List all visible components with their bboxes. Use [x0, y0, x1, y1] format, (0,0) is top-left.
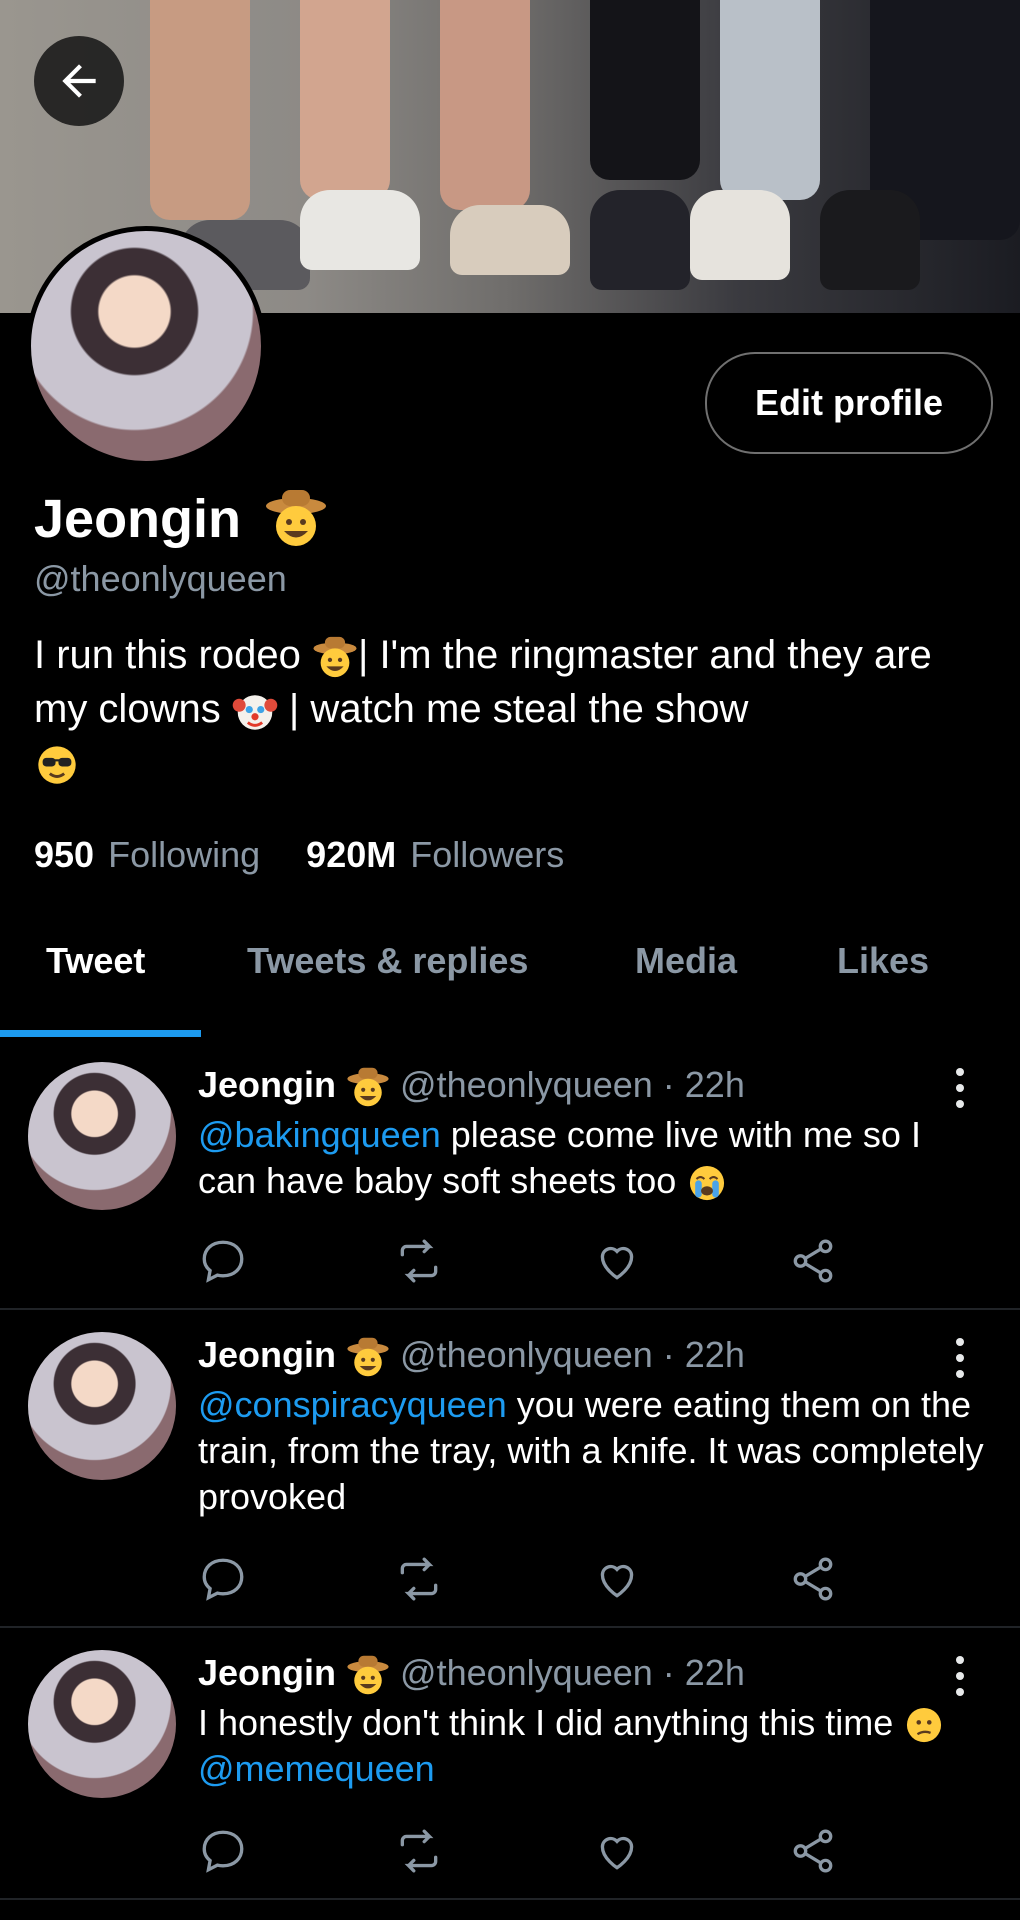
cowboy-emoji [347, 1338, 389, 1377]
tab-tweet[interactable]: Tweet [46, 940, 145, 982]
back-button[interactable] [34, 36, 124, 126]
tweet-avatar[interactable] [28, 1062, 176, 1210]
mention-link[interactable]: @conspiracyqueen [198, 1384, 507, 1425]
crying-emoji [690, 1166, 725, 1201]
tweet-item[interactable]: Jeongin @theonlyqueen · 22h @conspiracyq… [0, 1310, 1020, 1628]
tweet-text: @bakingqueen please come live with me so… [198, 1112, 988, 1204]
arrow-left-icon [62, 64, 96, 98]
tweet-header: Jeongin @theonlyqueen · 22h [198, 1652, 745, 1697]
tweet-avatar[interactable] [28, 1332, 176, 1480]
tweet-actions [198, 1826, 838, 1876]
following-link[interactable]: 950 Following [34, 834, 296, 875]
follow-stats: 950 Following 920M Followers [34, 834, 600, 876]
tab-likes[interactable]: Likes [837, 940, 929, 982]
tweet-actions [198, 1236, 838, 1286]
retweet-icon[interactable] [394, 1826, 444, 1876]
cowboy-emoji [313, 637, 357, 678]
more-vertical-icon[interactable] [950, 1068, 970, 1108]
profile-tabs: Tweet Tweets & replies Media Likes [0, 940, 1020, 1040]
profile-bio: I run this rodeo | I'm the ringmaster an… [34, 628, 984, 790]
tweet-text: I honestly don't think I did anything th… [198, 1700, 988, 1792]
profile-avatar[interactable] [26, 226, 266, 466]
followers-link[interactable]: 920M Followers [306, 834, 600, 875]
profile-name: Jeongin [34, 488, 328, 550]
heart-icon[interactable] [592, 1826, 642, 1876]
reply-icon[interactable] [198, 1236, 248, 1286]
heart-icon[interactable] [592, 1554, 642, 1604]
share-icon[interactable] [788, 1826, 838, 1876]
confused-emoji [907, 1708, 942, 1743]
tweet-item[interactable]: Jeongin @theonlyqueen · 22h I honestly d… [0, 1628, 1020, 1900]
sunglasses-emoji [38, 746, 76, 785]
mention-link[interactable]: @bakingqueen [198, 1114, 441, 1155]
profile-handle: @theonlyqueen [34, 558, 287, 599]
cowboy-emoji [347, 1068, 389, 1107]
more-vertical-icon[interactable] [950, 1656, 970, 1696]
tweet-avatar[interactable] [28, 1650, 176, 1798]
clown-emoji [232, 695, 278, 731]
mention-link[interactable]: @memequeen [198, 1748, 435, 1789]
tweet-header: Jeongin @theonlyqueen · 22h [198, 1064, 745, 1109]
heart-icon[interactable] [592, 1236, 642, 1286]
retweet-icon[interactable] [394, 1236, 444, 1286]
reply-icon[interactable] [198, 1826, 248, 1876]
edit-profile-button[interactable]: Edit profile [705, 352, 993, 454]
share-icon[interactable] [788, 1236, 838, 1286]
tweet-item[interactable]: Jeongin @theonlyqueen · 22h @bakingqueen… [0, 1040, 1020, 1310]
active-tab-indicator [0, 1030, 201, 1037]
tweet-text: @conspiracyqueen you were eating them on… [198, 1384, 984, 1517]
cowboy-emoji [347, 1656, 389, 1695]
share-icon[interactable] [788, 1554, 838, 1604]
tweet-actions [198, 1554, 838, 1604]
more-vertical-icon[interactable] [950, 1338, 970, 1378]
cowboy-emoji [266, 489, 327, 546]
tab-media[interactable]: Media [635, 940, 737, 982]
tab-tweets-replies[interactable]: Tweets & replies [247, 940, 528, 982]
reply-icon[interactable] [198, 1554, 248, 1604]
retweet-icon[interactable] [394, 1554, 444, 1604]
tweet-header: Jeongin @theonlyqueen · 22h [198, 1334, 745, 1379]
